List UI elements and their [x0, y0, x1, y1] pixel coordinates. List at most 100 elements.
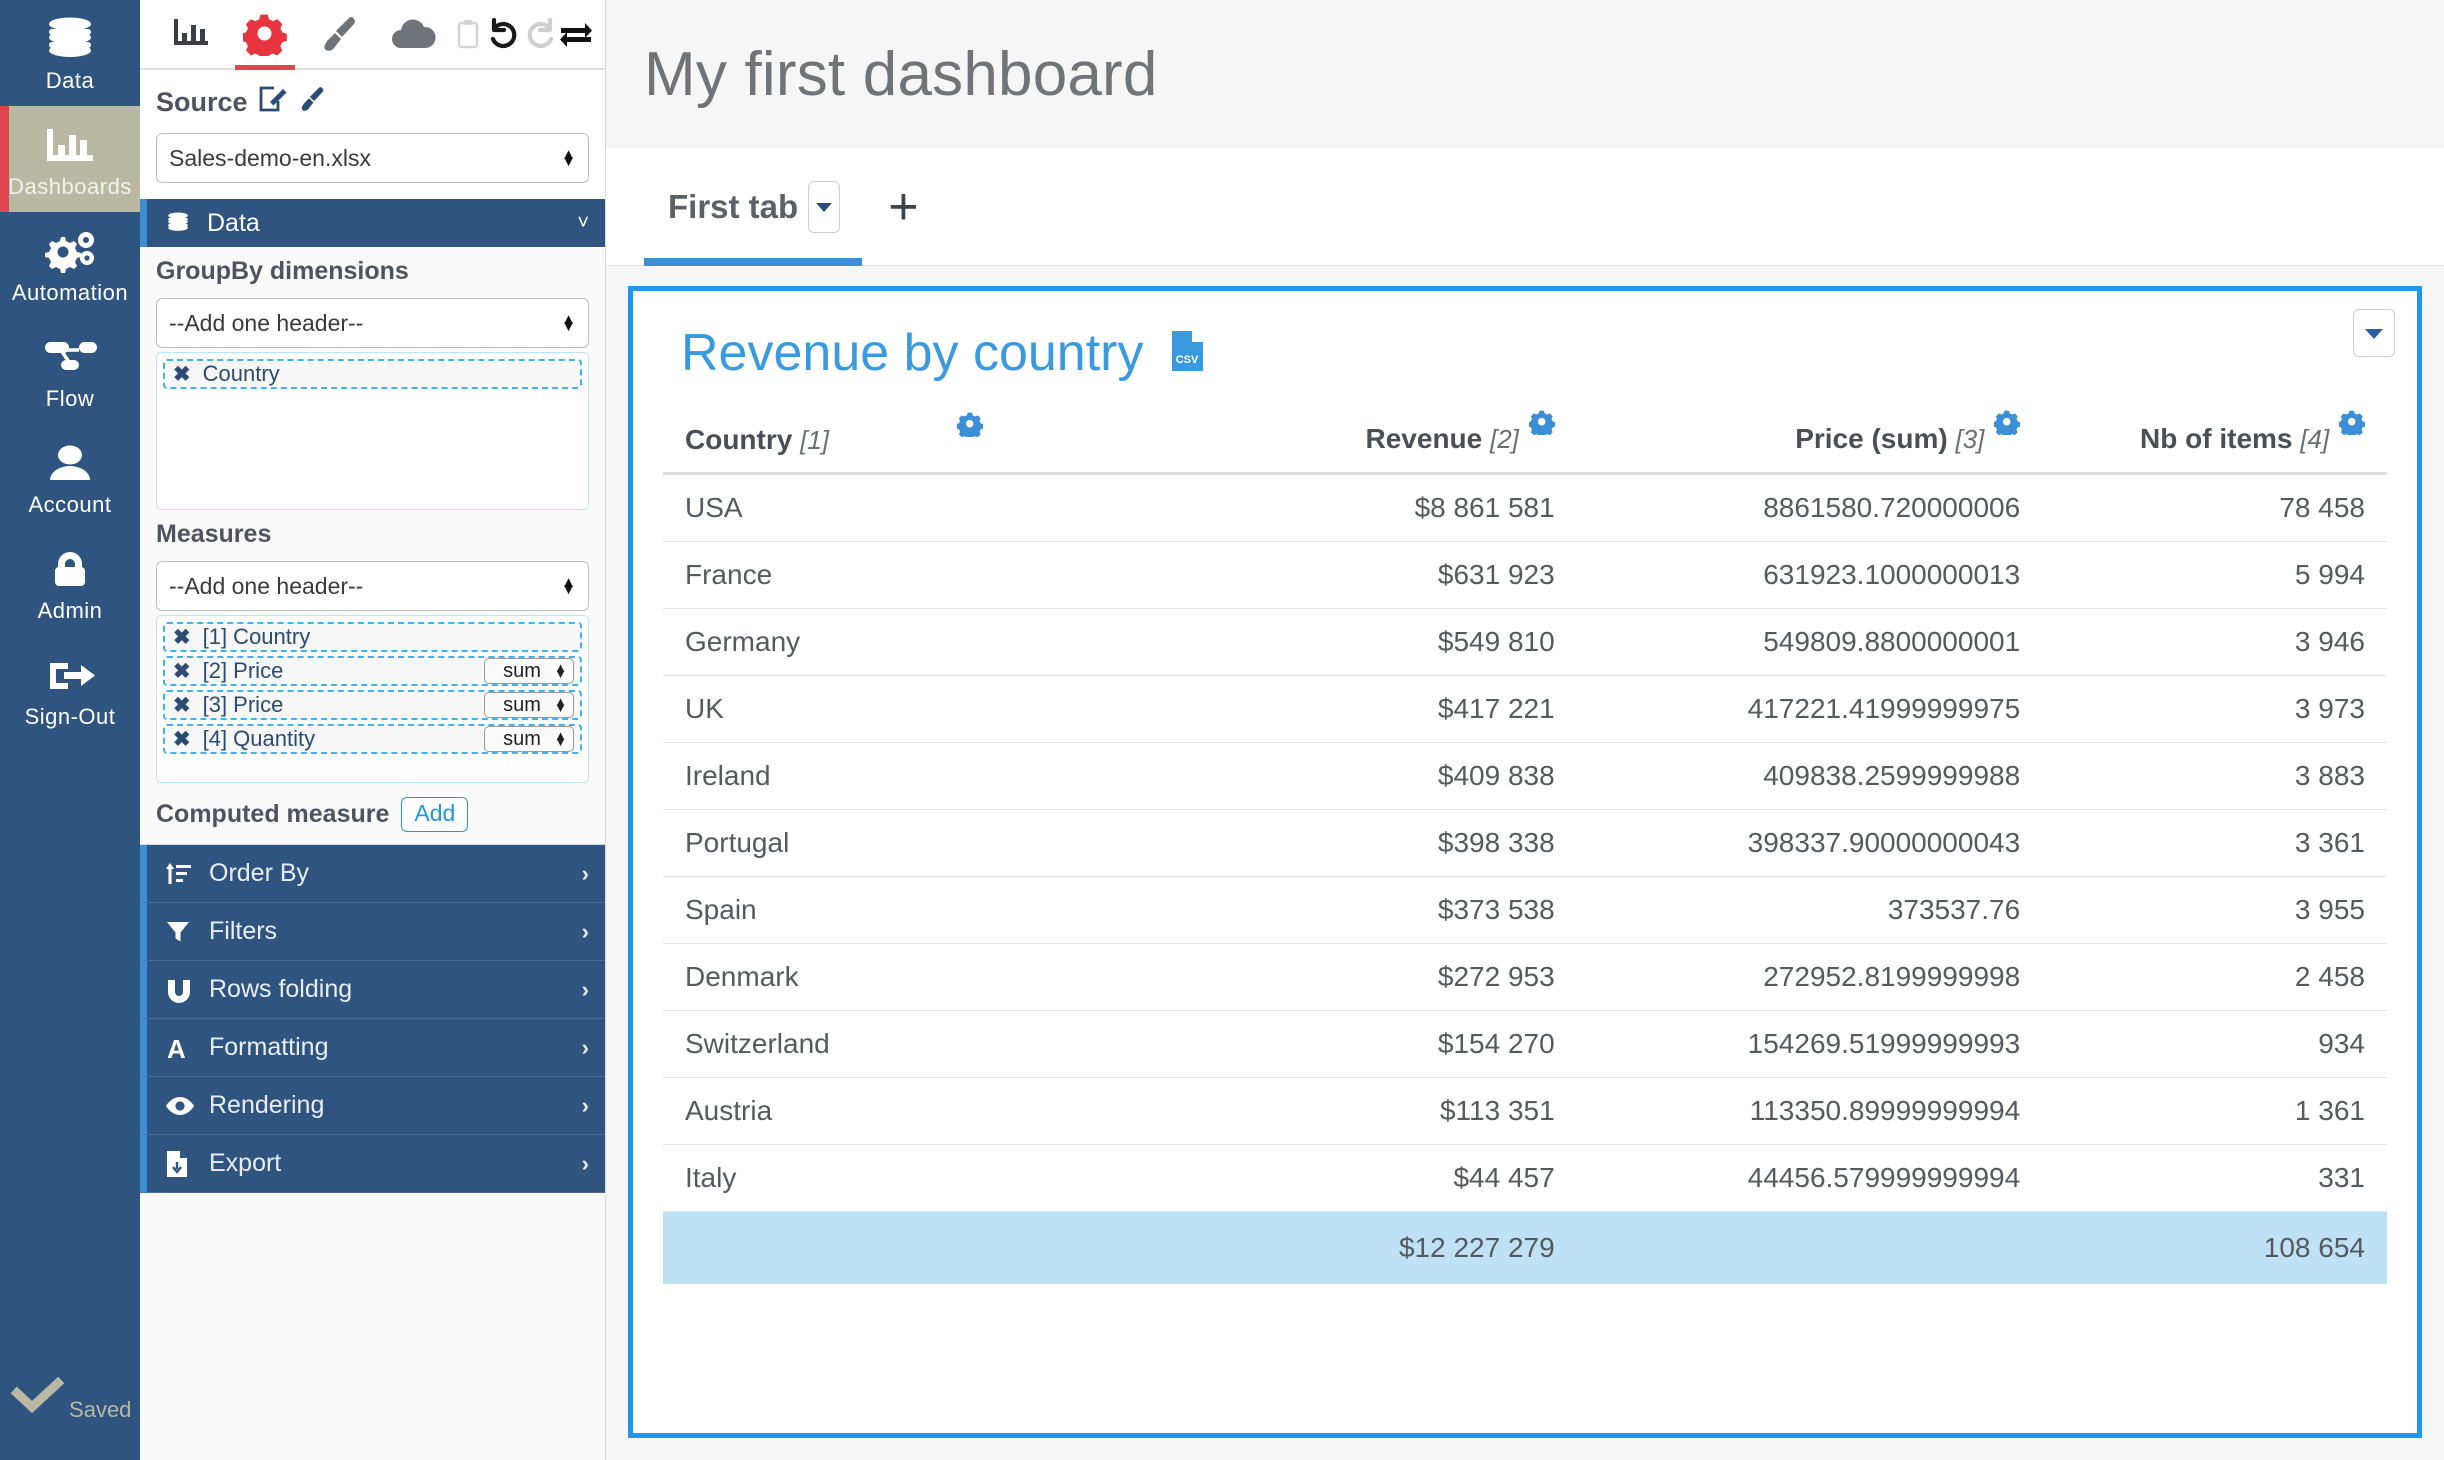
undo-icon-button[interactable]	[486, 0, 522, 68]
measure-chip[interactable]: ✖ [2] Price sum ▲ ▼	[163, 656, 582, 686]
edit-square-icon[interactable]	[258, 84, 288, 121]
remove-icon[interactable]: ✖	[173, 362, 191, 387]
column-header-country[interactable]: Country [1]	[663, 409, 1215, 475]
measure-chip-label: [4] Quantity	[202, 726, 316, 751]
cell-country: Austria	[663, 1077, 1215, 1145]
measures-group: Measures --Add one header-- ▲ ▼ ✖ [1] Cou…	[140, 510, 605, 783]
cell-nb-items: 3 973	[2042, 675, 2387, 743]
table-row[interactable]: UK $417 221 417221.41999999975 3 973	[663, 675, 2387, 743]
measure-chip[interactable]: ✖ [4] Quantity sum ▲ ▼	[163, 724, 582, 754]
column-header-revenue[interactable]: Revenue [2]	[1214, 409, 1577, 475]
nav-item-dashboards[interactable]: Dashboards	[0, 106, 140, 212]
column-header-price-sum[interactable]: Price (sum) [3]	[1576, 409, 2043, 475]
tab-menu-caret-icon[interactable]	[808, 180, 841, 233]
measure-chip[interactable]: ✖ [3] Price sum ▲ ▼	[163, 690, 582, 720]
total-cell-nb-items: 108 654	[2042, 1211, 2387, 1284]
column-settings-gear-icon[interactable]	[2338, 409, 2366, 442]
nav-item-data[interactable]: Data	[0, 0, 140, 106]
gear-icon-button[interactable]	[228, 0, 302, 70]
measure-chip[interactable]: ✖ [1] Country	[163, 622, 582, 652]
swap-icon-button[interactable]	[558, 0, 594, 68]
menu-item-rendering[interactable]: Rendering ›	[140, 1077, 605, 1135]
cell-nb-items: 934	[2042, 1010, 2387, 1078]
total-cell-country	[663, 1211, 1215, 1284]
nav-item-account[interactable]: Account	[0, 424, 140, 530]
add-tab-button[interactable]: +	[888, 181, 918, 233]
column-settings-gear-icon[interactable]	[1527, 409, 1556, 442]
widget-menu-button[interactable]	[2353, 309, 2395, 357]
table-header-row: Country [1] Revenue [2] Price (sum) [3] …	[663, 409, 2387, 475]
add-computed-measure-button[interactable]: Add	[401, 797, 469, 832]
menu-item-export[interactable]: Export ›	[140, 1135, 605, 1193]
nav-item-admin[interactable]: Admin	[0, 530, 140, 636]
widget-revenue-by-country: Revenue by country CSV Country [1] Reven…	[628, 286, 2422, 1438]
measures-add-select[interactable]: --Add one header-- ▲ ▼	[156, 561, 589, 611]
menu-item-order-by[interactable]: Order By ›	[140, 845, 605, 903]
groupby-add-select[interactable]: --Add one header-- ▲ ▼	[156, 298, 589, 348]
chevron-right-icon: ›	[581, 860, 589, 886]
cell-revenue: $398 338	[1214, 809, 1577, 877]
menu-item-rows-folding[interactable]: Rows folding ›	[140, 961, 605, 1019]
aggregation-select[interactable]: sum ▲ ▼	[484, 658, 574, 684]
menu-item-label: Rows folding	[209, 975, 353, 1003]
spinner-arrows-icon: ▲ ▼	[554, 728, 567, 749]
page-title: My first dashboard	[644, 39, 1158, 109]
table-row[interactable]: Denmark $272 953 272952.8199999998 2 458	[663, 943, 2387, 1011]
remove-icon[interactable]: ✖	[173, 659, 191, 684]
table-row[interactable]: Austria $113 351 113350.89999999994 1 36…	[663, 1077, 2387, 1145]
groupby-chip[interactable]: ✖ Country	[163, 359, 582, 389]
remove-icon[interactable]: ✖	[173, 693, 191, 718]
column-header-label: Country	[685, 424, 793, 455]
aggregation-select[interactable]: sum ▲ ▼	[484, 692, 574, 718]
tab-first-tab[interactable]: First tab	[644, 148, 863, 266]
cell-country: Switzerland	[663, 1010, 1215, 1078]
spinner-arrows-icon: ▲ ▼	[554, 694, 567, 715]
measures-chip-list[interactable]: ✖ [1] Country ✖ [2] Price sum ▲ ▼ ✖ [3] P…	[156, 615, 589, 783]
column-settings-gear-icon[interactable]	[955, 411, 984, 444]
chart-icon-button[interactable]	[154, 0, 228, 68]
cell-nb-items: 3 361	[2042, 809, 2387, 877]
total-cell-price-sum	[1576, 1211, 2043, 1284]
table-row[interactable]: Ireland $409 838 409838.2599999988 3 883	[663, 742, 2387, 810]
saved-indicator: Saved	[0, 1376, 140, 1460]
table-row[interactable]: Spain $373 538 373537.76 3 955	[663, 876, 2387, 944]
table-row[interactable]: Germany $549 810 549809.8800000001 3 946	[663, 608, 2387, 676]
data-section-header[interactable]: Data ˅	[140, 199, 605, 247]
table-row[interactable]: Switzerland $154 270 154269.51999999993 …	[663, 1010, 2387, 1078]
database-icon	[165, 210, 191, 236]
table-row[interactable]: Italy $44 457 44456.579999999994 331	[663, 1144, 2387, 1212]
cell-nb-items: 3 883	[2042, 742, 2387, 810]
remove-icon[interactable]: ✖	[173, 727, 191, 752]
paintbrush-icon-button[interactable]	[302, 0, 376, 68]
cloud-icon-button[interactable]	[376, 0, 450, 68]
csv-file-icon[interactable]: CSV	[1170, 330, 1204, 377]
nav-item-sign-out[interactable]: Sign-Out	[0, 636, 140, 742]
nav-item-label: Flow	[45, 386, 95, 411]
cell-revenue: $417 221	[1214, 675, 1577, 743]
tab-label: First tab	[668, 187, 799, 225]
source-select[interactable]: Sales-demo-en.xlsx ▲ ▼	[156, 133, 589, 183]
cell-price-sum: 272952.8199999998	[1576, 943, 2043, 1011]
source-label: Source	[156, 87, 248, 117]
widget-title-row: Revenue by country CSV	[633, 291, 2417, 383]
clipboard-icon-button[interactable]	[450, 0, 486, 68]
nav-item-automation[interactable]: Automation	[0, 212, 140, 318]
column-header-nb-of-items[interactable]: Nb of items [4]	[2042, 409, 2387, 475]
table-row[interactable]: France $631 923 631923.1000000013 5 994	[663, 541, 2387, 609]
measure-chip-label: [1] Country	[202, 624, 311, 649]
groupby-chip-list[interactable]: ✖ Country	[156, 352, 589, 510]
menu-item-formatting[interactable]: A Formatting ›	[140, 1019, 605, 1077]
redo-icon-button[interactable]	[522, 0, 558, 68]
aggregation-select[interactable]: sum ▲ ▼	[484, 726, 574, 752]
chevron-down-icon: ˅	[577, 211, 589, 234]
nav-item-flow[interactable]: Flow	[0, 318, 140, 424]
cell-revenue: $154 270	[1214, 1010, 1577, 1078]
menu-item-filters[interactable]: Filters ›	[140, 903, 605, 961]
remove-icon[interactable]: ✖	[173, 625, 191, 650]
saved-label: Saved	[69, 1397, 132, 1422]
paintbrush-icon[interactable]	[298, 85, 326, 120]
column-settings-gear-icon[interactable]	[1993, 409, 2021, 442]
table-row[interactable]: USA $8 861 581 8861580.720000006 78 458	[663, 473, 2387, 542]
table-row[interactable]: Portugal $398 338 398337.90000000043 3 3…	[663, 809, 2387, 877]
column-index: [2]	[1490, 424, 1519, 454]
